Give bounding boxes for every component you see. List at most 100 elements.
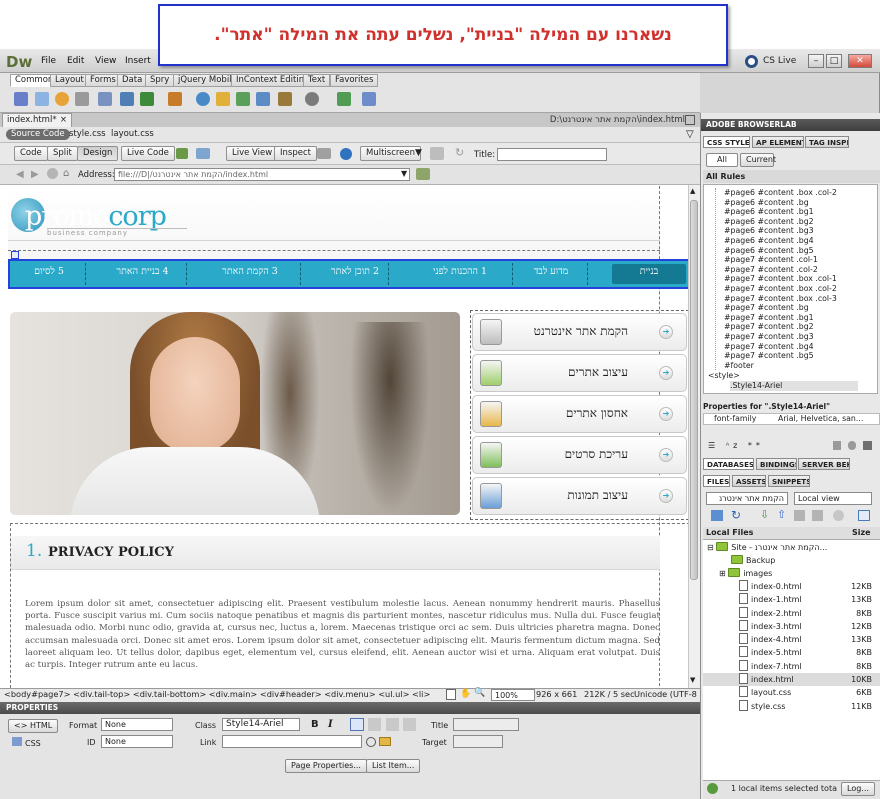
forward-icon[interactable]: ▶: [31, 169, 39, 180]
link-input[interactable]: [222, 735, 362, 748]
design-view-button[interactable]: Design: [77, 146, 119, 161]
table-icon[interactable]: [98, 92, 112, 106]
head-icon[interactable]: [256, 92, 270, 106]
live-code-button[interactable]: Live Code: [121, 146, 175, 161]
file-row[interactable]: index-3.html 12KB: [703, 619, 880, 633]
id-select[interactable]: None: [101, 735, 173, 748]
get-files-icon[interactable]: ⇩: [760, 508, 769, 521]
css-rule-item[interactable]: #page7 #content .bg5: [716, 351, 875, 361]
div-icon[interactable]: [120, 92, 134, 106]
file-row[interactable]: index-2.html 8KB: [703, 606, 880, 620]
scroll-up-icon[interactable]: ▲: [690, 187, 695, 195]
css-panel-toolbar-icons[interactable]: ☰ ᴬᴢ **: [708, 441, 764, 450]
insert-tab-data[interactable]: Data: [117, 74, 148, 87]
file-row[interactable]: layout.css 6KB: [703, 686, 880, 699]
css-rule-item[interactable]: #page6 #content .bg3: [716, 226, 875, 236]
css-current-button[interactable]: Current: [740, 153, 776, 167]
maximize-button[interactable]: □: [826, 54, 842, 68]
site-select[interactable]: הקמת אתר אינטרנ: [706, 492, 788, 505]
browse-folder-icon[interactable]: [379, 737, 391, 746]
visual-aids-icon[interactable]: [196, 148, 210, 159]
css-rule-item[interactable]: #page7 #content .box .col-1: [716, 274, 875, 284]
nav-item-hakamat[interactable]: 3 הקמת האתר: [200, 264, 300, 282]
css-rule-item[interactable]: #page7 #content .box .col-2: [716, 284, 875, 294]
insert-tab-favorites[interactable]: Favorites: [330, 74, 379, 87]
check-browser-icon[interactable]: [176, 148, 188, 159]
nav-item-binyat-haatar[interactable]: 4 בניית האתר: [90, 264, 195, 282]
code-view-button[interactable]: Code: [14, 146, 48, 161]
service-item[interactable]: ➔ הקמת אתר אינטרנט: [472, 313, 687, 351]
css-rule-item[interactable]: #page7 #content .col-1: [716, 255, 875, 265]
service-item[interactable]: ➔ עיצוב אתרים: [472, 354, 687, 392]
server-behaviors-tab[interactable]: SERVER BEHA: [798, 458, 850, 470]
file-row[interactable]: index-4.html 13KB: [703, 633, 880, 646]
css-rule-item[interactable]: #page7 #content .box .col-3: [716, 294, 875, 304]
outdent-icon[interactable]: [386, 718, 399, 731]
scroll-down-icon[interactable]: ▼: [690, 676, 695, 684]
log-button[interactable]: Log...: [841, 782, 875, 796]
selection-handle[interactable]: [11, 251, 19, 259]
insert-tab-incontext[interactable]: InContext Editing: [231, 74, 315, 87]
css-rule-item[interactable]: #page7 #content .col-2: [716, 265, 875, 275]
nav-item-madua-levad[interactable]: מדוע לבד: [516, 264, 586, 282]
site-root-node[interactable]: ⊟ Site - הקמת אתר אינטרנ...: [707, 541, 827, 554]
comment-icon[interactable]: [236, 92, 250, 106]
css-rule-item[interactable]: #page7 #content .bg4: [716, 342, 875, 352]
class-select[interactable]: Style14-Ariel: [222, 718, 300, 731]
databases-tab[interactable]: DATABASES: [703, 458, 754, 470]
tag-chooser-icon[interactable]: [337, 92, 351, 106]
disable-rule-icon[interactable]: [848, 441, 856, 450]
nav-item-lesium[interactable]: 5 לסיום: [14, 264, 84, 282]
folder-images[interactable]: ⊞ images: [719, 567, 772, 580]
scrollbar-thumb[interactable]: [690, 200, 698, 580]
tag-selector[interactable]: <body#page7> <div.tail-top> <div.tail-bo…: [4, 689, 430, 699]
script-icon[interactable]: [278, 92, 292, 106]
css-styles-tab[interactable]: CSS STYLES: [703, 136, 750, 148]
window-size[interactable]: 926 x 661: [536, 689, 577, 699]
check-out-icon[interactable]: [794, 510, 805, 521]
multiscreen-button[interactable]: Multiscreen: [360, 146, 422, 161]
templates-icon[interactable]: [305, 92, 319, 106]
related-style-css[interactable]: style.css: [64, 129, 111, 140]
expand-panel-icon[interactable]: [858, 510, 870, 521]
format-select[interactable]: None: [101, 718, 173, 731]
menu-edit[interactable]: Edit: [67, 56, 84, 66]
css-rule-item[interactable]: #page7 #content .bg1: [716, 313, 875, 323]
insert-tab-text[interactable]: Text: [303, 74, 331, 87]
css-rule-item[interactable]: #page7 #content .bg2: [716, 322, 875, 332]
assets-tab[interactable]: ASSETS: [732, 475, 766, 487]
service-item[interactable]: ➔ עריכת סרטים: [472, 436, 687, 474]
email-link-icon[interactable]: [35, 92, 49, 106]
file-row[interactable]: index-1.html 13KB: [703, 593, 880, 606]
live-view-button[interactable]: Live View: [226, 146, 279, 161]
list-item-button[interactable]: List Item...: [366, 759, 421, 773]
hyperlink-icon[interactable]: [14, 92, 28, 106]
css-rule-item[interactable]: #page7 #content .bg3: [716, 332, 875, 342]
widget-icon[interactable]: [362, 92, 376, 106]
multiscreen-dropdown-icon[interactable]: ▼: [415, 148, 422, 158]
restore-document-icon[interactable]: [685, 115, 695, 125]
css-rule-item[interactable]: #page6 #content .bg4: [716, 236, 875, 246]
html-mode-button[interactable]: <> HTML: [8, 719, 59, 733]
zoom-tool-icon[interactable]: 🔍: [474, 688, 485, 698]
preview-globe-icon[interactable]: [340, 148, 352, 160]
menu-view[interactable]: View: [95, 56, 116, 66]
point-to-file-icon[interactable]: [366, 737, 376, 747]
inspect-button[interactable]: Inspect: [274, 146, 317, 161]
size-column[interactable]: Size: [852, 528, 871, 537]
ap-elements-tab[interactable]: AP ELEMENT: [752, 136, 804, 148]
italic-button[interactable]: I: [328, 719, 333, 730]
insert-tab-spry[interactable]: Spry: [145, 74, 175, 87]
css-rule-item[interactable]: #page7 #content .bg: [716, 303, 875, 313]
file-row[interactable]: index.html 10KB: [703, 673, 880, 687]
page-properties-button[interactable]: Page Properties...: [285, 759, 367, 773]
snippets-tab[interactable]: SNIPPETS: [768, 475, 810, 487]
css-rule-item[interactable]: #page6 #content .bg2: [716, 217, 875, 227]
stop-icon[interactable]: [47, 168, 58, 179]
indent-icon[interactable]: [403, 718, 416, 731]
nav-item-binyat[interactable]: בניית: [614, 264, 684, 282]
edit-rule-icon[interactable]: [833, 441, 841, 450]
document-tab-index[interactable]: index.html* ×: [2, 113, 72, 127]
refresh-icon[interactable]: ↻: [455, 146, 464, 159]
close-tab-icon[interactable]: ×: [60, 114, 67, 126]
